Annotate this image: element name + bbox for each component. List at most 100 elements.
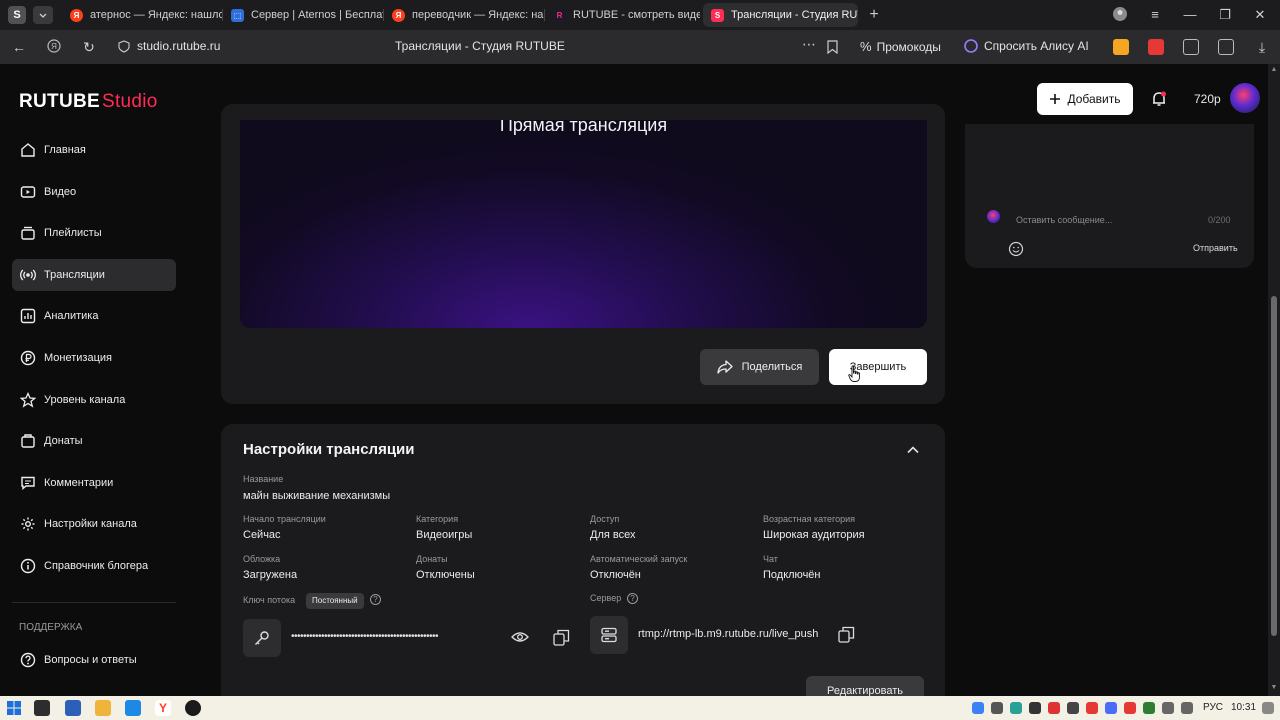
logo-studio: Studio: [101, 91, 158, 112]
keyboard-language[interactable]: РУС: [1203, 702, 1223, 713]
tray-icon[interactable]: [1067, 702, 1079, 714]
ruble-icon: [20, 350, 36, 366]
sidebar-item-label: Справочник блогера: [44, 560, 149, 572]
tray-icon[interactable]: [1086, 702, 1098, 714]
browser-tab[interactable]: R RUTUBE - смотреть видео: [545, 3, 700, 27]
user-avatar[interactable]: [1230, 83, 1260, 113]
more-dots-icon[interactable]: ⋯: [802, 36, 816, 53]
sidebar-item-broadcasts[interactable]: Трансляции: [12, 259, 176, 291]
stream-settings-card: [221, 424, 945, 696]
ask-alice-button[interactable]: Спросить Алису AI: [964, 39, 1089, 53]
collections-icon[interactable]: [1218, 39, 1234, 55]
sidebar-item-donations[interactable]: Донаты: [12, 425, 176, 457]
alice-icon: [964, 39, 978, 53]
chat-send-button[interactable]: Отправить: [1193, 243, 1238, 253]
file-explorer-icon[interactable]: [95, 700, 111, 716]
sidebar-item-channel-settings[interactable]: Настройки канала: [12, 508, 176, 540]
tray-icon[interactable]: [1029, 702, 1041, 714]
browser-tab[interactable]: Я переводчик — Яндекс: нашлось: [384, 3, 544, 27]
restore-window-icon[interactable]: ❐: [1216, 6, 1234, 24]
yandex-browser-icon[interactable]: Y: [155, 700, 171, 716]
share-button[interactable]: Поделиться: [700, 349, 819, 385]
scroll-down-arrow-icon[interactable]: ▼: [1270, 684, 1278, 691]
edit-settings-button[interactable]: Редактировать: [806, 676, 924, 696]
donate-icon: [21, 434, 35, 448]
taskbar-app-icon[interactable]: [125, 700, 141, 716]
sidebar-item-comments[interactable]: Комментарии: [12, 467, 176, 499]
volume-icon[interactable]: [1181, 702, 1193, 714]
bookmark-icon[interactable]: [827, 40, 838, 54]
tray-icon[interactable]: [1124, 702, 1136, 714]
browser-tab[interactable]: Я атернос — Яндекс: нашлось: [62, 3, 222, 27]
url-text[interactable]: studio.rutube.ru: [137, 39, 220, 53]
browser-menu-icon[interactable]: ≡: [1146, 6, 1164, 24]
site-security-icon[interactable]: [118, 40, 130, 53]
minimize-icon[interactable]: —: [1181, 6, 1199, 24]
home-icon: [21, 143, 35, 157]
tray-icon[interactable]: [1010, 702, 1022, 714]
emoji-smile-icon[interactable]: [1008, 241, 1024, 257]
sidebar-section-support: ПОДДЕРЖКА: [19, 622, 83, 633]
chat-message-input[interactable]: Оставить сообщение...: [1016, 215, 1112, 225]
notifications-bell-icon[interactable]: [1150, 90, 1168, 108]
extensions-puzzle-icon[interactable]: [1183, 39, 1199, 55]
notification-center-icon[interactable]: [1262, 702, 1274, 714]
back-arrow-icon[interactable]: ←: [10, 38, 28, 56]
balance-value[interactable]: 720р: [1194, 92, 1221, 106]
chevron-up-icon[interactable]: [906, 443, 920, 457]
scrollbar-thumb[interactable]: [1271, 296, 1277, 636]
sidebar-item-faq[interactable]: Вопросы и ответы: [12, 644, 176, 676]
chat-char-counter: 0/200: [1208, 215, 1231, 225]
microphone-icon[interactable]: [1105, 702, 1117, 714]
task-view-icon[interactable]: [34, 700, 50, 716]
rutube-studio-app: RUTUBE Studio Добавить 720р Главная Видео…: [0, 64, 1268, 696]
field-label-donations: Донаты: [416, 554, 448, 564]
extension-icon[interactable]: [1113, 39, 1129, 55]
yandex-home-icon[interactable]: Я: [46, 38, 64, 56]
show-eye-icon[interactable]: [511, 630, 529, 644]
promocodes-button[interactable]: % Промокоды: [860, 39, 941, 54]
video-player-preview[interactable]: Прямая трансляция: [240, 120, 927, 328]
reload-icon[interactable]: ↻: [80, 38, 98, 56]
sidebar-item-monetization[interactable]: Монетизация: [12, 342, 176, 374]
rutube-studio-logo[interactable]: RUTUBE Studio: [19, 91, 158, 113]
tray-icon[interactable]: [991, 702, 1003, 714]
taskbar-app-icon[interactable]: [65, 700, 81, 716]
sidebar-item-blogger-guide[interactable]: Справочник блогера: [12, 550, 176, 582]
new-tab-plus-icon[interactable]: +: [865, 6, 883, 24]
browser-tab[interactable]: ⬚ Сервер | Aternos | Бесплатно: [223, 3, 383, 27]
copy-server-icon[interactable]: [838, 626, 855, 643]
clock-time[interactable]: 10:31: [1231, 702, 1256, 713]
extension-icon[interactable]: [1148, 39, 1164, 55]
add-button-label: Добавить: [1067, 92, 1121, 106]
tray-icon[interactable]: [972, 702, 984, 714]
sidebar-item-playlists[interactable]: Плейлисты: [12, 217, 176, 249]
server-help-icon[interactable]: ?: [627, 593, 638, 604]
field-value-start: Сейчас: [243, 529, 281, 541]
tray-icon[interactable]: [1143, 702, 1155, 714]
browser-profile-icon[interactable]: S: [8, 6, 26, 24]
edit-button-label: Редактировать: [827, 685, 903, 696]
tab-list-chevron-icon[interactable]: [33, 6, 53, 24]
yandex-favicon-icon: Я: [392, 8, 405, 22]
sidebar-item-video[interactable]: Видео: [12, 176, 176, 208]
tray-icon[interactable]: [1048, 702, 1060, 714]
close-window-icon[interactable]: ✕: [1251, 6, 1269, 24]
browser-tab-active[interactable]: S Трансляции - Студия RUTUBE ✕: [703, 3, 858, 27]
sidebar-item-channel-level[interactable]: Уровень канала: [12, 384, 176, 416]
download-icon[interactable]: ⤓: [1253, 38, 1271, 56]
profile-avatar-icon[interactable]: [1112, 6, 1130, 24]
sidebar-item-analytics[interactable]: Аналитика: [12, 300, 176, 332]
obs-icon[interactable]: [185, 700, 201, 716]
scroll-up-arrow-icon[interactable]: ▲: [1270, 66, 1278, 73]
stream-key-value: ••••••••••••••••••••••••••••••••••••••••…: [291, 631, 439, 642]
copy-key-icon[interactable]: [553, 629, 570, 646]
page-scrollbar[interactable]: ▲ ▼: [1268, 64, 1280, 696]
add-button[interactable]: Добавить: [1037, 83, 1133, 115]
network-icon[interactable]: [1162, 702, 1174, 714]
finish-stream-button[interactable]: Завершить: [829, 349, 927, 385]
stream-key-help-icon[interactable]: ?: [370, 594, 381, 605]
gear-icon: [21, 517, 35, 531]
windows-start-icon[interactable]: [6, 700, 22, 716]
sidebar-item-home[interactable]: Главная: [12, 134, 176, 166]
